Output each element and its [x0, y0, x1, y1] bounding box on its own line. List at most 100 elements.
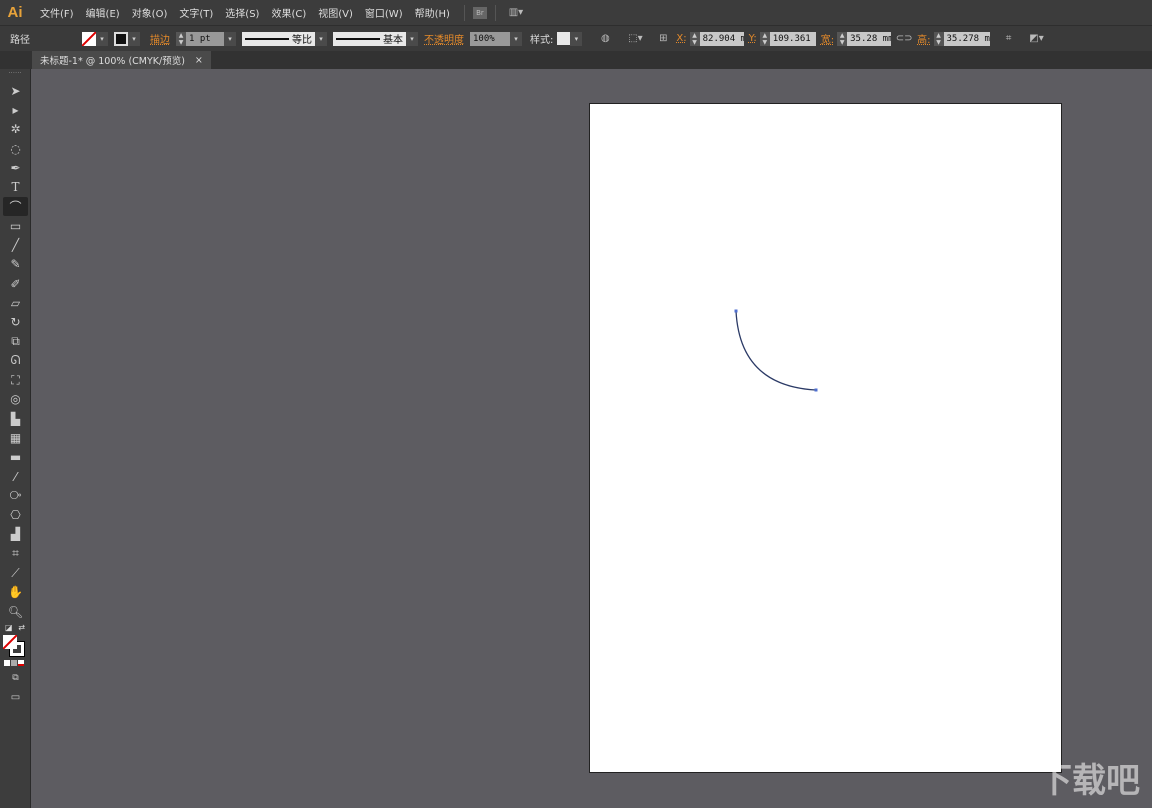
brush-dropdown[interactable]: ▾ — [406, 31, 418, 46]
column-graph-tool-icon[interactable]: ▟ — [0, 525, 31, 544]
type-tool-icon[interactable]: T — [0, 177, 31, 196]
magic-wand-tool-icon[interactable]: ✲ — [0, 120, 31, 139]
fill-dropdown[interactable]: ▾ — [96, 31, 108, 46]
scale-tool-icon[interactable]: ⧉ — [0, 332, 31, 351]
stroke-label[interactable]: 描边 — [150, 31, 170, 46]
height-field[interactable]: 35.278 mm — [943, 31, 990, 46]
menu-edit[interactable]: 编辑(E) — [80, 5, 126, 20]
y-field[interactable]: 109.361 mm — [769, 31, 816, 46]
app-logo: Ai — [7, 4, 23, 21]
free-transform-tool-icon[interactable]: ⛶ — [0, 370, 31, 389]
fill-swatch[interactable] — [82, 31, 96, 46]
rectangle-tool-icon[interactable]: ▭ — [0, 216, 31, 235]
blob-brush-tool-icon[interactable]: ✐ — [0, 274, 31, 293]
width-field[interactable]: 35.28 mm — [847, 31, 892, 46]
drawing-mode-icon[interactable]: ⧉ — [0, 668, 31, 687]
menu-select[interactable]: 选择(S) — [219, 5, 265, 20]
opacity-dropdown[interactable]: ▾ — [510, 31, 522, 46]
transform-icon[interactable]: ⌗ — [1000, 31, 1018, 47]
menu-window[interactable]: 窗口(W) — [359, 5, 409, 20]
blend-tool-icon[interactable]: ⧂ — [0, 486, 31, 505]
menu-type[interactable]: 文字(T) — [173, 5, 219, 20]
stroke-weight-dropdown[interactable]: ▾ — [224, 31, 236, 46]
stroke-dropdown[interactable]: ▾ — [128, 31, 140, 46]
document-tab[interactable]: 未标题-1* @ 100% (CMYK/预览) × — [32, 51, 211, 69]
menu-object[interactable]: 对象(O) — [126, 5, 174, 20]
default-colors-icon[interactable]: ◪ — [5, 623, 13, 632]
swatch-controls: ◪ ⇄ — [0, 621, 30, 634]
workspace-switcher-icon[interactable]: ▥▾ — [504, 5, 528, 21]
reference-point-icon[interactable]: ⊞ — [654, 31, 672, 47]
fill-stroke-swatches — [0, 634, 30, 658]
slice-tool-icon[interactable]: ⟋ — [0, 563, 31, 582]
gradient-mode-icon[interactable] — [11, 660, 17, 667]
document-tab-title: 未标题-1* @ 100% (CMYK/预览) — [40, 56, 185, 67]
pen-tool-icon[interactable]: ✒ — [0, 158, 31, 177]
stroke-weight-field[interactable]: 1 pt — [186, 31, 224, 46]
symbol-sprayer-tool-icon[interactable]: ⎔ — [0, 506, 31, 525]
color-mode-buttons — [0, 658, 30, 668]
none-mode-icon[interactable] — [18, 660, 24, 667]
x-label: X: — [676, 33, 687, 44]
control-bar: 路径 ▾ ▾ 描边 ▲ ▼ 1 pt ▾ 等比 ▾ 基本 ▾ 不透明度 100% … — [0, 25, 1152, 51]
artwork-canvas — [734, 309, 818, 392]
stroke-swatch[interactable] — [114, 31, 128, 46]
menu-help[interactable]: 帮助(H) — [409, 5, 456, 20]
eraser-tool-icon[interactable]: ▱ — [0, 293, 31, 312]
perspective-grid-tool-icon[interactable]: ▙ — [0, 409, 31, 428]
warp-tool-icon[interactable]: ᘏ — [0, 351, 31, 370]
menu-file[interactable]: 文件(F) — [34, 5, 80, 20]
x-spinner[interactable]: ▲ ▼ — [689, 31, 700, 46]
swap-colors-icon[interactable]: ⇄ — [18, 623, 25, 632]
fill-color-swatch[interactable] — [3, 635, 17, 650]
menu-view[interactable]: 视图(V) — [312, 5, 359, 20]
brush-label: 基本 — [383, 35, 403, 46]
x-field[interactable]: 82.904 mm — [699, 31, 744, 46]
rotate-tool-icon[interactable]: ↻ — [0, 313, 31, 332]
eyedropper-tool-icon[interactable]: ⁄ — [0, 467, 31, 486]
direct-selection-tool-icon[interactable]: ▸ — [0, 100, 31, 119]
watermark: 下载吧 — [1038, 761, 1140, 801]
width-label: 宽: — [820, 35, 835, 46]
artboard-tool-icon[interactable]: ⌗ — [0, 544, 31, 563]
pencil-tool-icon[interactable]: ✎ — [0, 255, 31, 274]
height-spinner[interactable]: ▲ ▼ — [933, 31, 944, 46]
brush-definition[interactable]: 基本 — [333, 31, 406, 46]
stroke-weight-spinner[interactable]: ▲ ▼ — [176, 31, 186, 46]
style-dropdown[interactable]: ▾ — [570, 31, 583, 46]
color-mode-icon[interactable] — [4, 660, 10, 667]
width-spinner[interactable]: ▲ ▼ — [837, 31, 848, 46]
opacity-label[interactable]: 不透明度 — [424, 31, 464, 46]
profile-dropdown[interactable]: ▾ — [315, 31, 327, 46]
y-label: Y: — [748, 33, 757, 44]
style-swatch[interactable] — [557, 32, 571, 45]
align-icon[interactable]: ⬚▾ — [624, 31, 646, 47]
arc-tool-icon[interactable]: ⌒ — [3, 196, 28, 217]
zoom-tool-icon[interactable]: 🔍︎ — [0, 602, 31, 621]
bridge-icon[interactable]: Br — [472, 6, 487, 19]
y-spinner[interactable]: ▲ ▼ — [759, 31, 770, 46]
close-tab-icon[interactable]: × — [195, 55, 203, 66]
isolate-icon[interactable]: ◩▾ — [1024, 31, 1050, 47]
object-type-label: 路径 — [10, 35, 30, 46]
profile-label: 等比 — [292, 35, 312, 46]
menu-effect[interactable]: 效果(C) — [265, 5, 312, 20]
gradient-tool-icon[interactable]: ▬ — [0, 448, 31, 467]
hand-tool-icon[interactable]: ✋ — [0, 583, 31, 602]
anchor-point[interactable] — [734, 309, 738, 313]
constrain-link-icon[interactable]: ⊂⊃ — [895, 31, 913, 47]
mesh-tool-icon[interactable]: ▦ — [0, 428, 31, 447]
opacity-field[interactable]: 100% — [470, 31, 510, 46]
arc-path[interactable] — [735, 310, 817, 391]
recolor-icon[interactable]: ◍ — [596, 31, 614, 47]
anchor-point[interactable] — [814, 388, 818, 392]
document-tab-bar: 未标题-1* @ 100% (CMYK/预览) × — [0, 51, 1152, 69]
lasso-tool-icon[interactable]: ◌ — [0, 139, 31, 158]
selection-tool-icon[interactable]: ➤ — [0, 81, 31, 100]
panel-grip[interactable]: ······ — [0, 69, 30, 81]
paintbrush-tool-icon[interactable]: ╱ — [0, 235, 31, 254]
screen-mode-icon[interactable]: ▭ — [0, 688, 31, 707]
variable-width-profile[interactable]: 等比 — [242, 31, 315, 46]
shape-builder-tool-icon[interactable]: ◎ — [0, 390, 31, 409]
artboard[interactable] — [589, 103, 1062, 773]
